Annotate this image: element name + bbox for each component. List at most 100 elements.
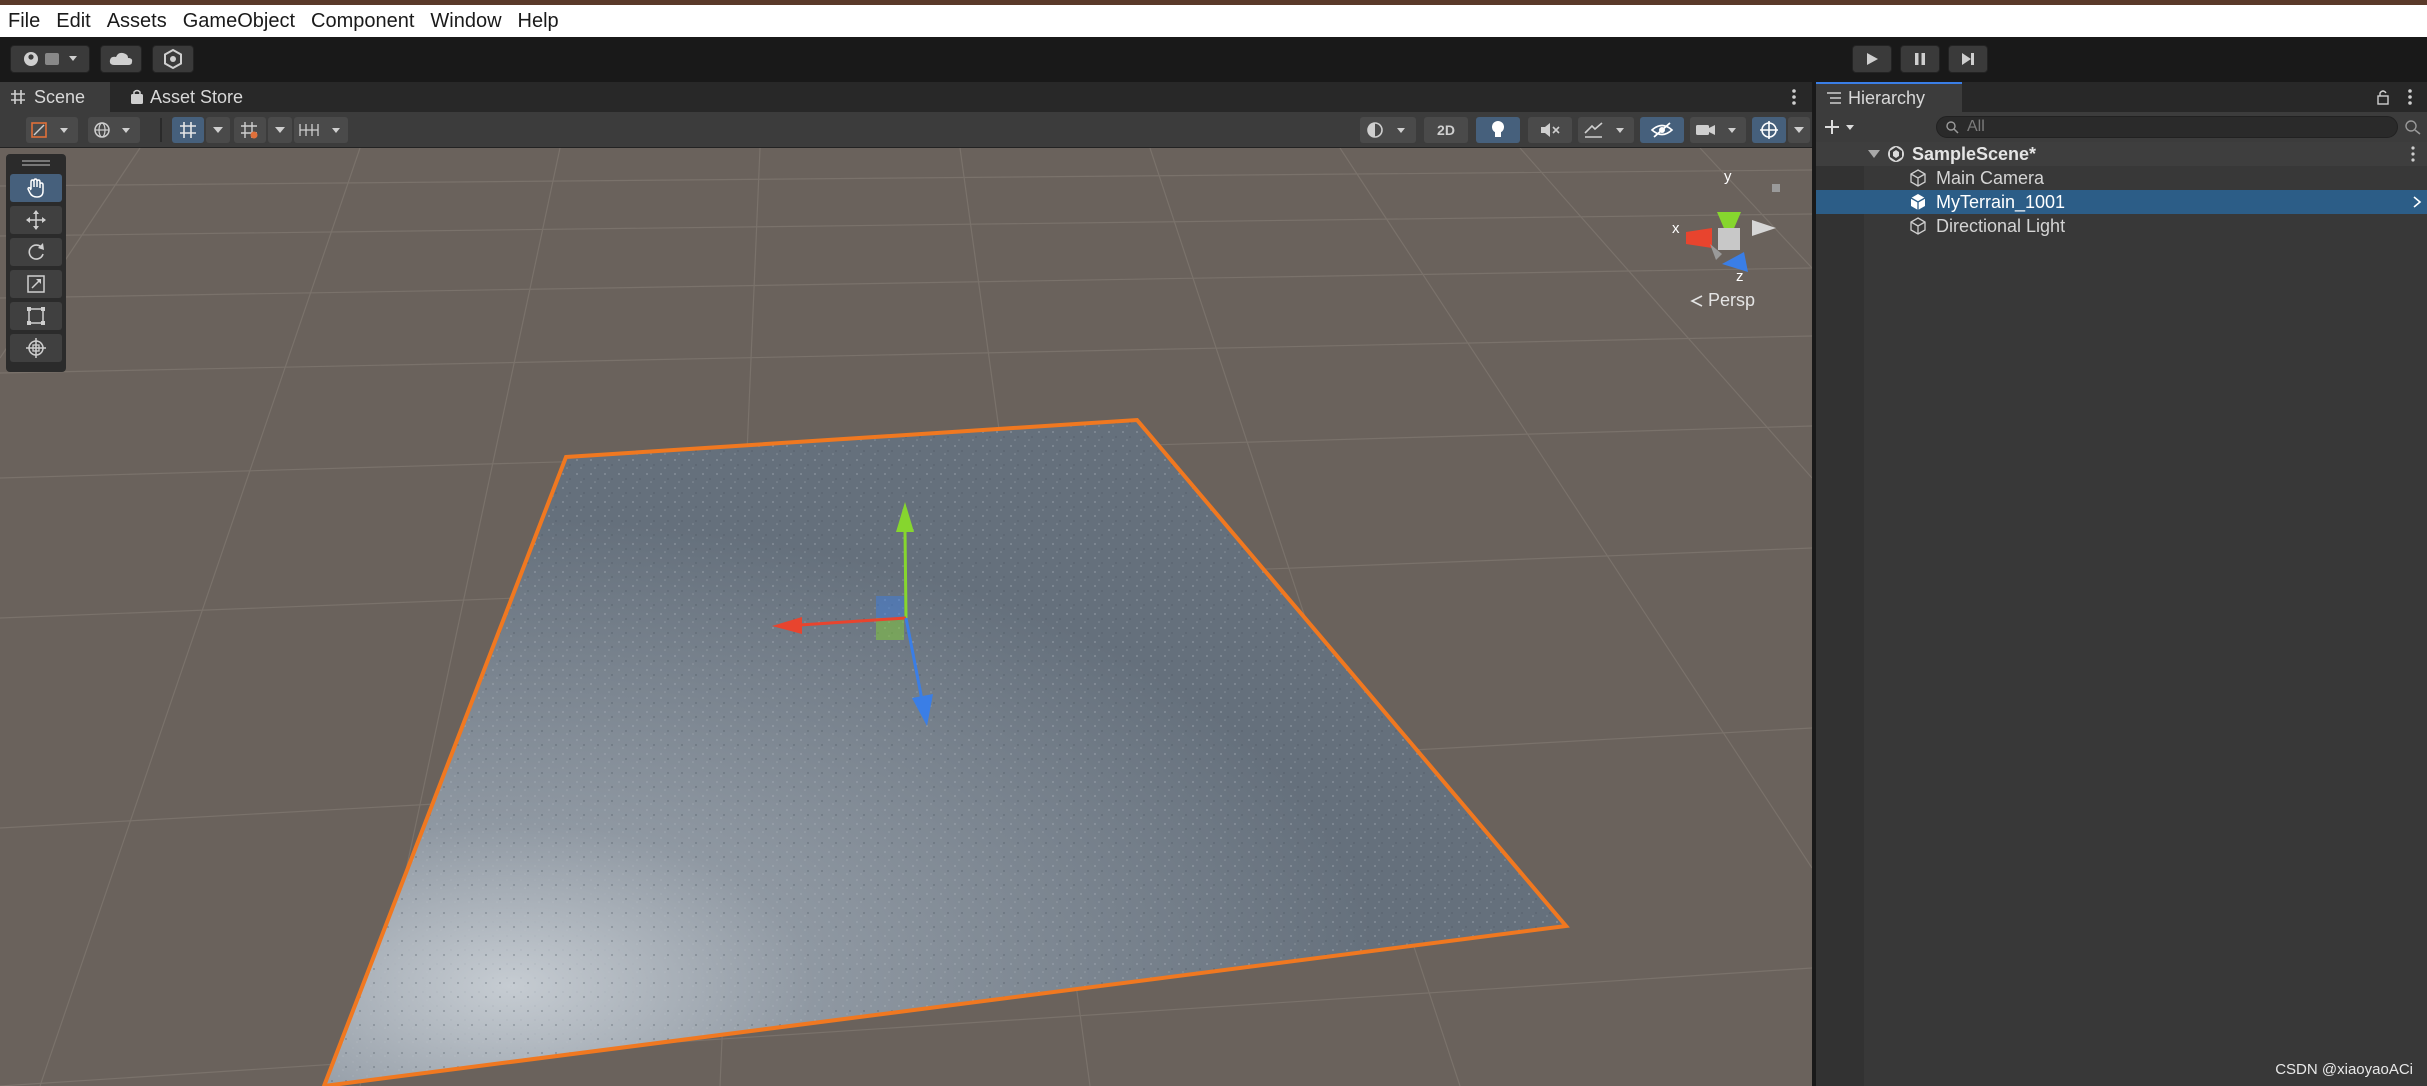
audio-muted-icon — [1541, 123, 1560, 137]
step-button[interactable] — [1948, 45, 1988, 73]
play-button[interactable] — [1852, 45, 1892, 73]
menu-file[interactable]: File — [0, 5, 48, 37]
plus-icon — [1825, 120, 1854, 134]
transform-tool-button[interactable] — [10, 334, 62, 362]
audio-toggle[interactable] — [1528, 117, 1572, 143]
more-options-icon[interactable] — [2408, 145, 2418, 163]
menu-help[interactable]: Help — [510, 5, 567, 37]
chevron-down-icon[interactable] — [1868, 149, 1880, 159]
toolbar-separator — [160, 118, 162, 142]
plane-handle-xy[interactable] — [876, 596, 904, 618]
camera-icon — [1696, 125, 1736, 135]
list-icon — [1827, 92, 1841, 104]
grid-snap-toggle[interactable] — [172, 117, 204, 143]
global-local-dropdown[interactable] — [88, 117, 140, 143]
hand-tool-button[interactable] — [10, 174, 62, 202]
gizmo-y-label: y — [1724, 168, 1732, 185]
more-options-icon[interactable] — [2404, 88, 2416, 106]
tools-palette — [6, 154, 66, 372]
grid-visibility-dropdown[interactable] — [294, 117, 348, 143]
scale-tool-button[interactable] — [10, 270, 62, 298]
more-options-icon[interactable] — [1788, 88, 1800, 106]
gameobject-cube-icon — [1910, 217, 1926, 235]
create-dropdown[interactable] — [1822, 115, 1862, 139]
grid-snap-icon — [180, 122, 196, 138]
increment-snap-icon — [241, 122, 258, 139]
chevron-down-icon — [275, 127, 285, 133]
gameobject-cube-icon — [1910, 169, 1926, 187]
move-tool-button[interactable] — [10, 206, 62, 234]
cloud-button[interactable] — [100, 45, 142, 73]
grid-visibility-icon — [299, 124, 340, 136]
shading-mode-dropdown[interactable] — [1360, 117, 1416, 143]
hierarchy-body — [1816, 142, 2427, 1086]
effects-dropdown[interactable] — [1578, 117, 1634, 143]
y-axis-handle[interactable] — [903, 529, 908, 619]
tab-scene[interactable]: Scene — [0, 82, 110, 112]
chevron-down-icon — [213, 127, 223, 133]
gizmos-dropdown[interactable] — [1788, 117, 1810, 143]
search-placeholder: All — [1967, 118, 1985, 135]
gizmos-icon — [1760, 121, 1778, 139]
gizmo-neg-x-cone[interactable] — [1752, 220, 1776, 236]
lighting-toggle[interactable] — [1476, 117, 1520, 143]
rect-transform-icon — [27, 307, 45, 325]
projection-toggle[interactable]: Persp — [1690, 290, 1755, 311]
hierarchy-item[interactable]: MyTerrain_1001 — [1816, 190, 2427, 214]
chevron-down-icon — [1794, 127, 1804, 133]
tab-hierarchy[interactable]: Hierarchy — [1816, 82, 1962, 112]
globe-icon — [94, 122, 130, 138]
hierarchy-item-label: MyTerrain_1001 — [1936, 191, 2066, 212]
hierarchy-toolbar: All — [1816, 112, 2427, 142]
orientation-gizmo[interactable] — [1686, 184, 1780, 272]
menu-window[interactable]: Window — [422, 5, 509, 37]
draw-mode-dropdown[interactable] — [26, 117, 78, 143]
camera-settings-dropdown[interactable] — [1690, 117, 1746, 143]
lock-icon[interactable] — [2376, 89, 2390, 105]
hierarchy-item[interactable]: Directional Light — [1816, 214, 2427, 238]
draw-mode-icon — [31, 122, 68, 138]
step-icon — [1962, 53, 1974, 65]
gizmo-lock-icon[interactable] — [1772, 184, 1780, 192]
increment-snap-toggle[interactable] — [234, 117, 266, 143]
grid-snap-dropdown[interactable] — [206, 117, 230, 143]
search-by-type-icon[interactable] — [2404, 119, 2422, 135]
scene-view[interactable]: y x z Persp — [0, 148, 1812, 1086]
tab-asset-store[interactable]: Asset Store — [120, 82, 270, 112]
menu-edit[interactable]: Edit — [48, 5, 98, 37]
scene-row[interactable]: SampleScene* — [1816, 142, 2427, 166]
unity-scene-icon — [1888, 146, 1904, 162]
hierarchy-search-field[interactable]: All — [1936, 116, 2398, 138]
gizmo-x-cone[interactable] — [1686, 228, 1712, 248]
menu-component[interactable]: Component — [303, 5, 422, 37]
collab-button[interactable] — [152, 45, 194, 73]
menu-assets[interactable]: Assets — [99, 5, 175, 37]
shading-sphere-icon — [1367, 122, 1405, 138]
hierarchy-item-label: Directional Light — [1936, 215, 2066, 236]
2d-toggle[interactable]: 2D — [1424, 117, 1468, 143]
scene-name: SampleScene* — [1912, 143, 2037, 164]
scene-visibility-toggle[interactable] — [1640, 117, 1684, 143]
gameobject-cube-icon — [1910, 194, 1926, 210]
menu-bar: File Edit Assets GameObject Component Wi… — [0, 5, 2427, 37]
gizmo-center-cube[interactable] — [1718, 228, 1740, 250]
hierarchy-tab-bar: Hierarchy — [1816, 82, 2427, 112]
pause-button[interactable] — [1900, 45, 1940, 73]
projection-label: Persp — [1708, 290, 1756, 310]
menu-gameobject[interactable]: GameObject — [175, 5, 303, 37]
account-dropdown[interactable] — [10, 45, 90, 73]
chevron-right-icon[interactable] — [2412, 196, 2422, 208]
rotate-tool-button[interactable] — [10, 238, 62, 266]
hand-icon — [27, 178, 44, 198]
increment-snap-dropdown[interactable] — [268, 117, 292, 143]
gizmos-toggle[interactable] — [1752, 117, 1786, 143]
hierarchy-item[interactable]: Main Camera — [1816, 166, 2427, 190]
palette-drag-handle[interactable] — [22, 160, 50, 162]
plane-handle-xz[interactable] — [876, 618, 904, 640]
rect-tool-button[interactable] — [10, 302, 62, 330]
collab-icon — [164, 48, 182, 70]
scale-icon — [27, 275, 45, 293]
account-icon — [24, 52, 77, 66]
bag-icon — [131, 89, 143, 104]
search-icon — [1946, 121, 1959, 134]
